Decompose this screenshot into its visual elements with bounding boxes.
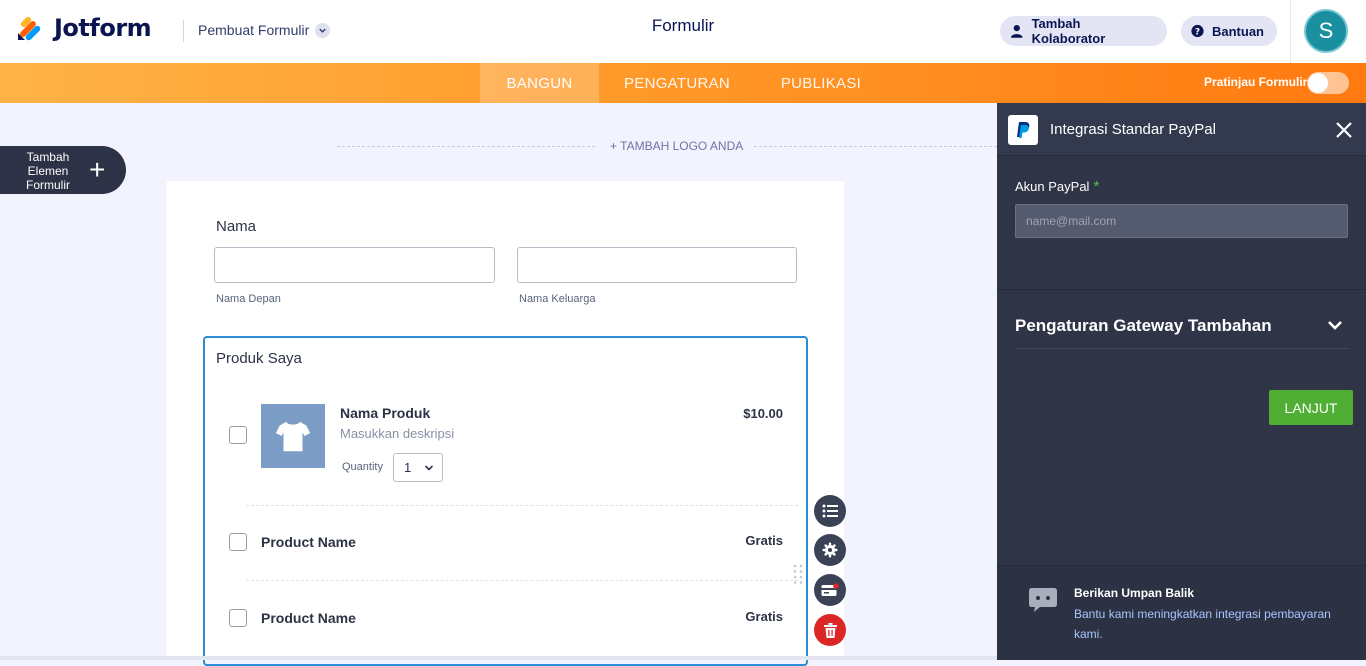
product-image [261, 404, 325, 468]
preview-form-label: Pratinjau Formulir [1204, 75, 1308, 89]
gear-icon [822, 542, 838, 558]
feedback-title: Berikan Umpan Balik [1074, 586, 1195, 600]
help-icon: ? [1191, 24, 1204, 37]
product-price: Gratis [745, 533, 783, 548]
last-name-sublabel: Nama Keluarga [519, 293, 596, 305]
paypal-email-input[interactable]: name@mail.com [1015, 204, 1348, 238]
product-field-label: Produk Saya [216, 350, 302, 367]
product-price: $10.00 [743, 406, 783, 421]
product-name: Product Name [261, 610, 356, 626]
product-name: Product Name [261, 534, 356, 550]
panel-header: Integrasi Standar PayPal [997, 103, 1366, 156]
toggle-knob [1308, 73, 1328, 93]
product-checkbox[interactable] [229, 426, 247, 444]
bottom-scroll-strip [0, 656, 997, 660]
delete-button[interactable] [814, 614, 846, 646]
paypal-account-label-text: Akun PayPal [1015, 179, 1090, 194]
chevron-down-icon [315, 22, 331, 38]
help-button[interactable]: ? Bantuan [1181, 16, 1277, 46]
tab-publish[interactable]: PUBLIKASI [766, 63, 876, 103]
product-price: Gratis [745, 609, 783, 624]
quantity-select[interactable]: 1 [393, 453, 443, 482]
add-logo-link[interactable]: + TAMBAH LOGO ANDA [610, 139, 743, 153]
user-icon [1010, 24, 1023, 38]
tab-build[interactable]: BANGUN [480, 63, 599, 103]
add-collaborator-label: Tambah Kolaborator [1031, 16, 1106, 46]
quantity-label: Quantity [342, 461, 383, 473]
drag-handle-icon[interactable] [793, 564, 803, 584]
first-name-input[interactable] [214, 247, 495, 283]
plus-icon: + [89, 154, 106, 185]
form-maker-dropdown[interactable]: Pembuat Formulir [198, 22, 331, 38]
payment-settings-button[interactable] [814, 574, 846, 606]
next-button[interactable]: LANJUT [1269, 390, 1353, 425]
header-divider [183, 20, 184, 42]
product-row-divider [246, 580, 798, 581]
paypal-integration-panel: Integrasi Standar PayPal Akun PayPal * na… [997, 103, 1366, 660]
user-avatar[interactable]: S [1304, 9, 1348, 53]
list-icon [822, 504, 838, 518]
required-mark: * [1093, 178, 1100, 195]
settings-button[interactable] [814, 534, 846, 566]
logo-divider-right [754, 146, 997, 147]
header-separator [1290, 0, 1291, 63]
product-description: Masukkan deskripsi [340, 426, 455, 441]
svg-text:?: ? [1195, 27, 1200, 37]
product-checkbox[interactable] [229, 609, 247, 627]
product-checkbox[interactable] [229, 533, 247, 551]
chat-bubble-icon [1029, 588, 1057, 612]
add-form-element-button[interactable]: Tambah Elemen Formulir + [0, 146, 126, 194]
preview-toggle[interactable] [1307, 72, 1349, 94]
close-icon[interactable] [1334, 120, 1354, 140]
payment-card-icon [821, 583, 839, 596]
paypal-icon [1008, 115, 1038, 145]
add-collaborator-button[interactable]: Tambah Kolaborator [1000, 16, 1167, 46]
first-name-sublabel: Nama Depan [216, 293, 281, 305]
chevron-down-icon[interactable] [1327, 318, 1343, 332]
additional-gateway-settings-toggle[interactable]: Pengaturan Gateway Tambahan [1015, 316, 1272, 336]
quantity-value: 1 [404, 460, 412, 475]
paypal-account-label: Akun PayPal * [1015, 178, 1099, 195]
help-label: Bantuan [1212, 23, 1264, 39]
panel-section-divider [997, 289, 1366, 290]
jotform-logo[interactable]: Jotform [16, 14, 152, 42]
last-name-input[interactable] [517, 247, 797, 283]
builder-tab-bar: BANGUN PENGATURAN PUBLIKASI Pratinjau Fo… [0, 63, 1366, 103]
product-name: Nama Produk [340, 405, 431, 421]
feedback-box[interactable]: Berikan Umpan Balik Bantu kami meningkat… [997, 565, 1366, 660]
chevron-down-icon [424, 465, 434, 471]
panel-title: Integrasi Standar PayPal [1050, 121, 1216, 138]
tshirt-icon [275, 421, 311, 452]
feedback-link[interactable]: Bantu kami meningkatkan integrasi pembay… [1074, 604, 1344, 644]
add-form-element-label: Tambah Elemen Formulir [26, 150, 70, 192]
logo-text: Jotform [54, 14, 152, 42]
tab-settings[interactable]: PENGATURAN [608, 63, 746, 103]
logo-divider-left [337, 146, 595, 147]
form-maker-label: Pembuat Formulir [198, 22, 310, 38]
jotform-logo-icon [18, 16, 41, 41]
name-field-label: Nama [216, 218, 257, 235]
gateway-divider [1015, 348, 1348, 349]
top-header: Jotform Pembuat Formulir Formulir Tambah… [0, 0, 1366, 63]
product-row-divider [246, 505, 798, 506]
properties-button[interactable] [814, 495, 846, 527]
trash-icon [823, 622, 837, 638]
